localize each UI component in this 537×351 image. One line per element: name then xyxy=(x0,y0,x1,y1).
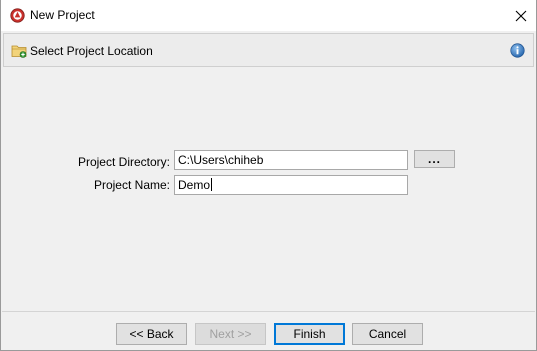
step-title: Select Project Location xyxy=(30,44,153,58)
title-bar[interactable]: New Project xyxy=(1,0,536,31)
project-directory-value: C:\Users\chiheb xyxy=(178,153,264,167)
window-title: New Project xyxy=(30,8,95,22)
project-name-input[interactable]: Demo xyxy=(174,175,408,195)
folder-add-icon xyxy=(11,45,27,58)
close-icon xyxy=(515,10,527,21)
new-project-dialog: New Project Select Project Location Proj… xyxy=(0,0,537,351)
button-bar-divider xyxy=(2,311,535,312)
back-button[interactable]: << Back xyxy=(116,323,187,345)
wizard-header: Select Project Location xyxy=(3,33,534,67)
browse-button[interactable]: ... xyxy=(414,150,455,168)
cancel-button[interactable]: Cancel xyxy=(352,323,423,345)
info-icon[interactable] xyxy=(510,43,525,58)
app-logo-icon xyxy=(10,8,25,23)
project-directory-label: Project Directory: xyxy=(77,155,170,169)
next-button[interactable]: Next >> xyxy=(195,323,266,345)
finish-button[interactable]: Finish xyxy=(274,323,345,345)
project-name-label: Project Name: xyxy=(93,178,170,192)
close-button[interactable] xyxy=(506,0,536,31)
project-directory-input[interactable]: C:\Users\chiheb xyxy=(174,150,408,170)
text-caret xyxy=(211,178,213,191)
project-name-value: Demo xyxy=(178,178,211,192)
